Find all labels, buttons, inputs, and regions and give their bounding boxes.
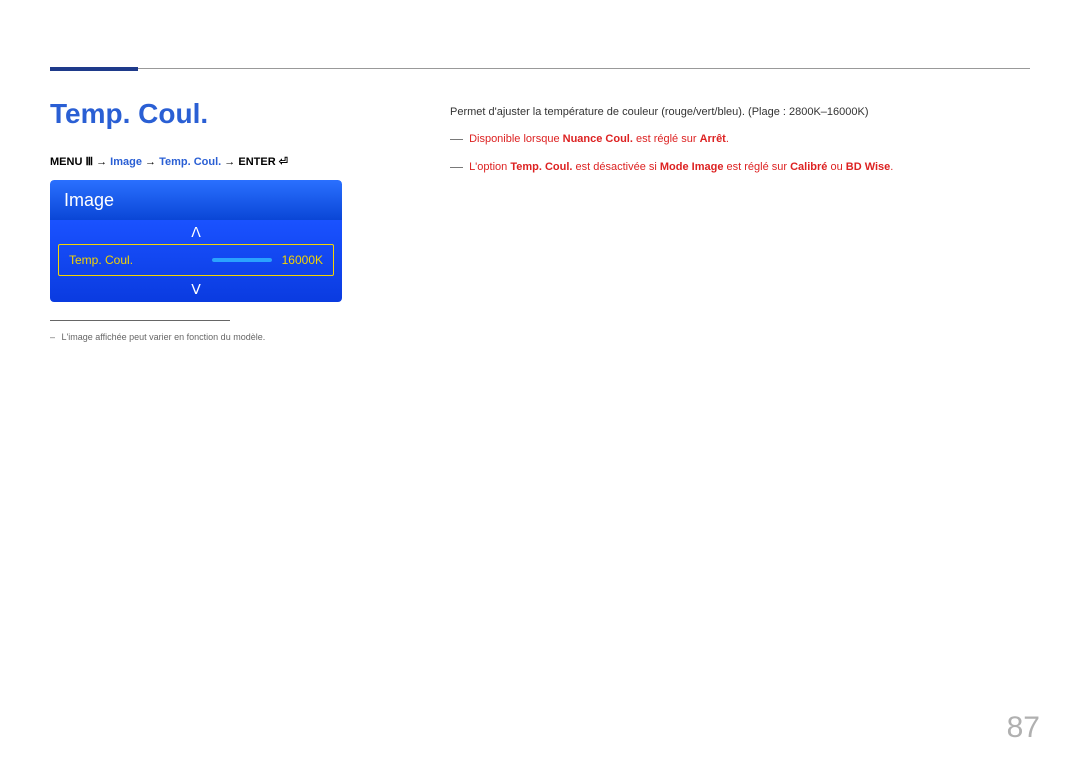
- footnote: – L'image affichée peut varier en foncti…: [50, 332, 265, 342]
- breadcrumb-menu: MENU: [50, 156, 82, 168]
- enter-icon: ⏎: [279, 156, 288, 168]
- note-2: ― L'option Temp. Coul. est désactivée si…: [450, 156, 1030, 178]
- footnote-rule: [50, 320, 230, 321]
- note1-bold: Nuance Coul.: [563, 133, 633, 145]
- page-number: 87: [1007, 711, 1040, 745]
- note2-g: ou: [827, 161, 845, 173]
- note2-a: L'option: [469, 161, 510, 173]
- temp-slider-fill: [212, 258, 272, 262]
- osd-panel: Image ᐱ Temp. Coul. 16000K ᐯ: [50, 180, 342, 302]
- page-title: Temp. Coul.: [50, 98, 208, 130]
- breadcrumb-arrow: →: [96, 156, 110, 168]
- breadcrumb-arrow: →: [224, 156, 238, 168]
- note-dash: ―: [450, 159, 463, 174]
- note2-e: est réglé sur: [723, 161, 790, 173]
- osd-header: Image: [50, 180, 342, 220]
- note2-h: BD Wise: [846, 161, 891, 173]
- note-1: ― Disponible lorsque Nuance Coul. est ré…: [450, 128, 1030, 150]
- note1-period: .: [726, 133, 729, 145]
- note2-b: Temp. Coul.: [510, 161, 572, 173]
- osd-item-tempcoul[interactable]: Temp. Coul. 16000K: [58, 244, 334, 276]
- note-dash: ―: [450, 131, 463, 146]
- breadcrumb-tempcoul: Temp. Coul.: [159, 156, 221, 168]
- breadcrumb: MENU Ⅲ → Image → Temp. Coul. → ENTER ⏎: [50, 155, 288, 168]
- chevron-up-icon[interactable]: ᐱ: [191, 224, 201, 241]
- note2-c: est désactivée si: [572, 161, 659, 173]
- breadcrumb-enter: ENTER: [238, 156, 275, 168]
- note2-f: Calibré: [790, 161, 827, 173]
- footnote-dash: –: [50, 332, 55, 342]
- description-main: Permet d'ajuster la température de coule…: [450, 103, 1030, 122]
- header-rule-thin: [138, 68, 1030, 69]
- note2-d: Mode Image: [660, 161, 724, 173]
- chevron-down-icon[interactable]: ᐯ: [191, 281, 201, 298]
- footnote-text: L'image affichée peut varier en fonction…: [62, 332, 266, 342]
- description-column: Permet d'ajuster la température de coule…: [450, 103, 1030, 178]
- menu-icon: Ⅲ: [85, 156, 93, 168]
- note1-text-b: est réglé sur: [633, 133, 700, 145]
- osd-body: ᐱ Temp. Coul. 16000K ᐯ: [50, 220, 342, 302]
- note1-end: Arrêt: [700, 133, 726, 145]
- note2-i: .: [890, 161, 893, 173]
- osd-item-label: Temp. Coul.: [69, 253, 133, 267]
- note1-text-a: Disponible lorsque: [469, 133, 563, 145]
- breadcrumb-image: Image: [110, 156, 142, 168]
- osd-item-value: 16000K: [282, 253, 323, 267]
- temp-slider[interactable]: [212, 258, 272, 262]
- breadcrumb-arrow: →: [145, 156, 159, 168]
- header-rule-thick: [50, 67, 138, 71]
